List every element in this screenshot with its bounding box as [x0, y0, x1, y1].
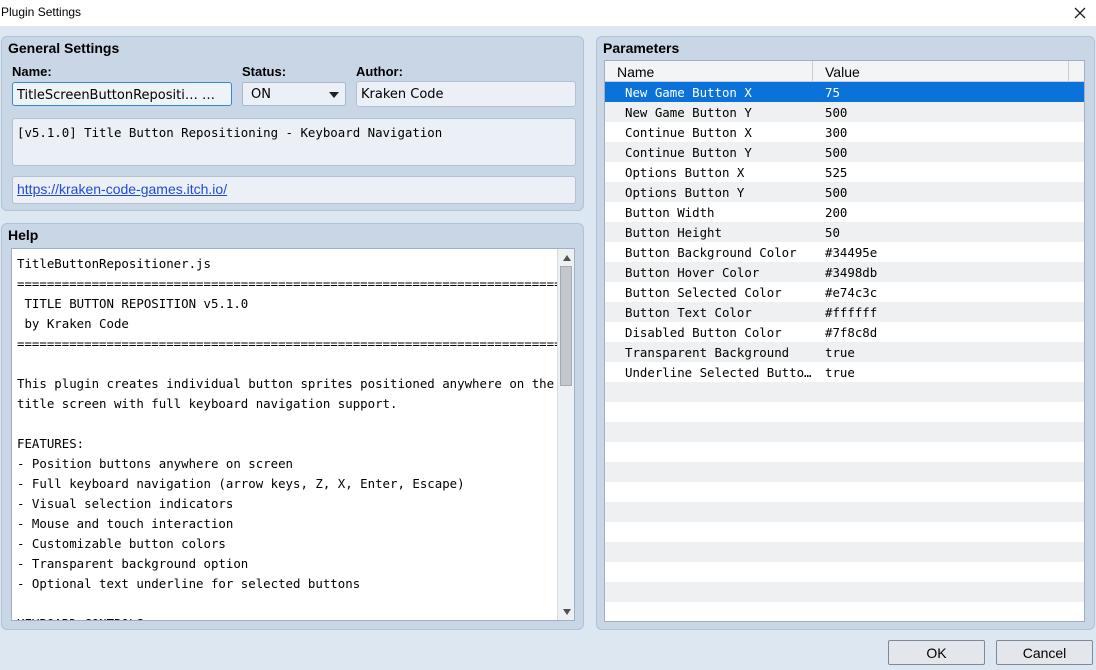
- param-value: #e74c3c: [825, 285, 878, 300]
- plugin-url-link[interactable]: https://kraken-code-games.itch.io/: [17, 181, 227, 197]
- empty-row: [605, 602, 1084, 621]
- param-value: #7f8c8d: [825, 325, 878, 340]
- empty-row: [605, 502, 1084, 522]
- table-row[interactable]: Button Width 200: [605, 202, 1084, 222]
- empty-row: [605, 542, 1084, 562]
- author-label: Author:: [356, 64, 403, 79]
- table-row[interactable]: Button Selected Color #e74c3c: [605, 282, 1084, 302]
- help-text: TitleButtonRepositioner.js =============…: [17, 256, 575, 620]
- table-row[interactable]: Underline Selected Butto… true: [605, 362, 1084, 382]
- param-value: 300: [825, 125, 848, 140]
- empty-row: [605, 462, 1084, 482]
- table-row[interactable]: New Game Button Y 500: [605, 102, 1084, 122]
- param-value: 500: [825, 105, 848, 120]
- ok-button[interactable]: OK: [888, 640, 985, 665]
- param-value: 525: [825, 165, 848, 180]
- name-label: Name:: [12, 64, 52, 79]
- status-value: ON: [251, 87, 271, 102]
- param-value: #34495e: [825, 245, 878, 260]
- param-name: Button Background Color: [625, 245, 797, 260]
- parameter-rows: New Game Button X 75 New Game Button Y 500 C…: [605, 82, 1084, 621]
- empty-row: [605, 382, 1084, 402]
- author-field[interactable]: Kraken Code: [356, 81, 576, 107]
- table-row[interactable]: Continue Button Y 500: [605, 142, 1084, 162]
- status-select[interactable]: ON: [242, 82, 346, 106]
- general-settings-heading: General Settings: [8, 40, 120, 56]
- empty-row: [605, 402, 1084, 422]
- param-value: true: [825, 365, 855, 380]
- param-value: true: [825, 345, 855, 360]
- parameters-heading: Parameters: [603, 40, 680, 56]
- column-header-name[interactable]: Name: [617, 64, 654, 80]
- empty-row: [605, 582, 1084, 602]
- help-scrollbar[interactable]: [557, 249, 574, 620]
- param-name: Underline Selected Butto…: [625, 365, 812, 380]
- empty-row: [605, 482, 1084, 502]
- empty-row: [605, 562, 1084, 582]
- table-row[interactable]: Disabled Button Color #7f8c8d: [605, 322, 1084, 342]
- close-icon[interactable]: [1064, 0, 1096, 26]
- table-row[interactable]: New Game Button X 75: [605, 82, 1084, 102]
- table-row[interactable]: Options Button X 525: [605, 162, 1084, 182]
- url-field[interactable]: https://kraken-code-games.itch.io/: [12, 176, 576, 204]
- parameters-table[interactable]: Name Value New Game Button X 75 New Game B…: [604, 60, 1085, 622]
- title-bar: Plugin Settings: [0, 0, 1096, 26]
- table-row[interactable]: Button Text Color #ffffff: [605, 302, 1084, 322]
- param-name: Button Height: [625, 225, 722, 240]
- param-name: Options Button X: [625, 165, 745, 180]
- scroll-up-icon[interactable]: [559, 250, 574, 265]
- param-name: Continue Button X: [625, 125, 752, 140]
- param-value: 500: [825, 145, 848, 160]
- dialog-body: General Settings Name: TitleScreenButton…: [0, 26, 1096, 670]
- param-value: #ffffff: [825, 305, 878, 320]
- chevron-down-icon: [329, 92, 339, 98]
- cancel-button[interactable]: Cancel: [996, 640, 1093, 665]
- window-title: Plugin Settings: [1, 5, 82, 19]
- param-name: Transparent Background: [625, 345, 790, 360]
- help-text-box[interactable]: TitleButtonRepositioner.js =============…: [11, 248, 575, 621]
- table-row[interactable]: Options Button Y 500: [605, 182, 1084, 202]
- table-row[interactable]: Transparent Background true: [605, 342, 1084, 362]
- table-row[interactable]: Button Hover Color #3498db: [605, 262, 1084, 282]
- param-name: New Game Button X: [625, 85, 752, 100]
- param-value: 500: [825, 185, 848, 200]
- table-row[interactable]: Continue Button X 300: [605, 122, 1084, 142]
- table-row[interactable]: Button Height 50: [605, 222, 1084, 242]
- name-field[interactable]: TitleScreenButtonRepositi… …: [12, 82, 232, 106]
- param-name: Button Text Color: [625, 305, 752, 320]
- param-value: 200: [825, 205, 848, 220]
- column-header-value[interactable]: Value: [825, 64, 860, 80]
- param-value: #3498db: [825, 265, 878, 280]
- param-name: Button Hover Color: [625, 265, 760, 280]
- param-name: Options Button Y: [625, 185, 745, 200]
- param-name: Disabled Button Color: [625, 325, 782, 340]
- param-name: Continue Button Y: [625, 145, 752, 160]
- scroll-thumb[interactable]: [560, 266, 572, 386]
- description-field[interactable]: [v5.1.0] Title Button Repositioning - Ke…: [12, 118, 576, 166]
- empty-row: [605, 422, 1084, 442]
- empty-row: [605, 522, 1084, 542]
- table-header: Name Value: [605, 61, 1084, 82]
- table-row[interactable]: Button Background Color #34495e: [605, 242, 1084, 262]
- help-heading: Help: [8, 227, 39, 243]
- param-name: Button Width: [625, 205, 715, 220]
- param-value: 75: [825, 85, 840, 100]
- param-value: 50: [825, 225, 840, 240]
- empty-row: [605, 442, 1084, 462]
- param-name: Button Selected Color: [625, 285, 782, 300]
- param-name: New Game Button Y: [625, 105, 752, 120]
- general-settings-panel: General Settings Name: TitleScreenButton…: [1, 36, 584, 211]
- status-label: Status:: [242, 64, 287, 79]
- scroll-down-icon[interactable]: [559, 604, 574, 619]
